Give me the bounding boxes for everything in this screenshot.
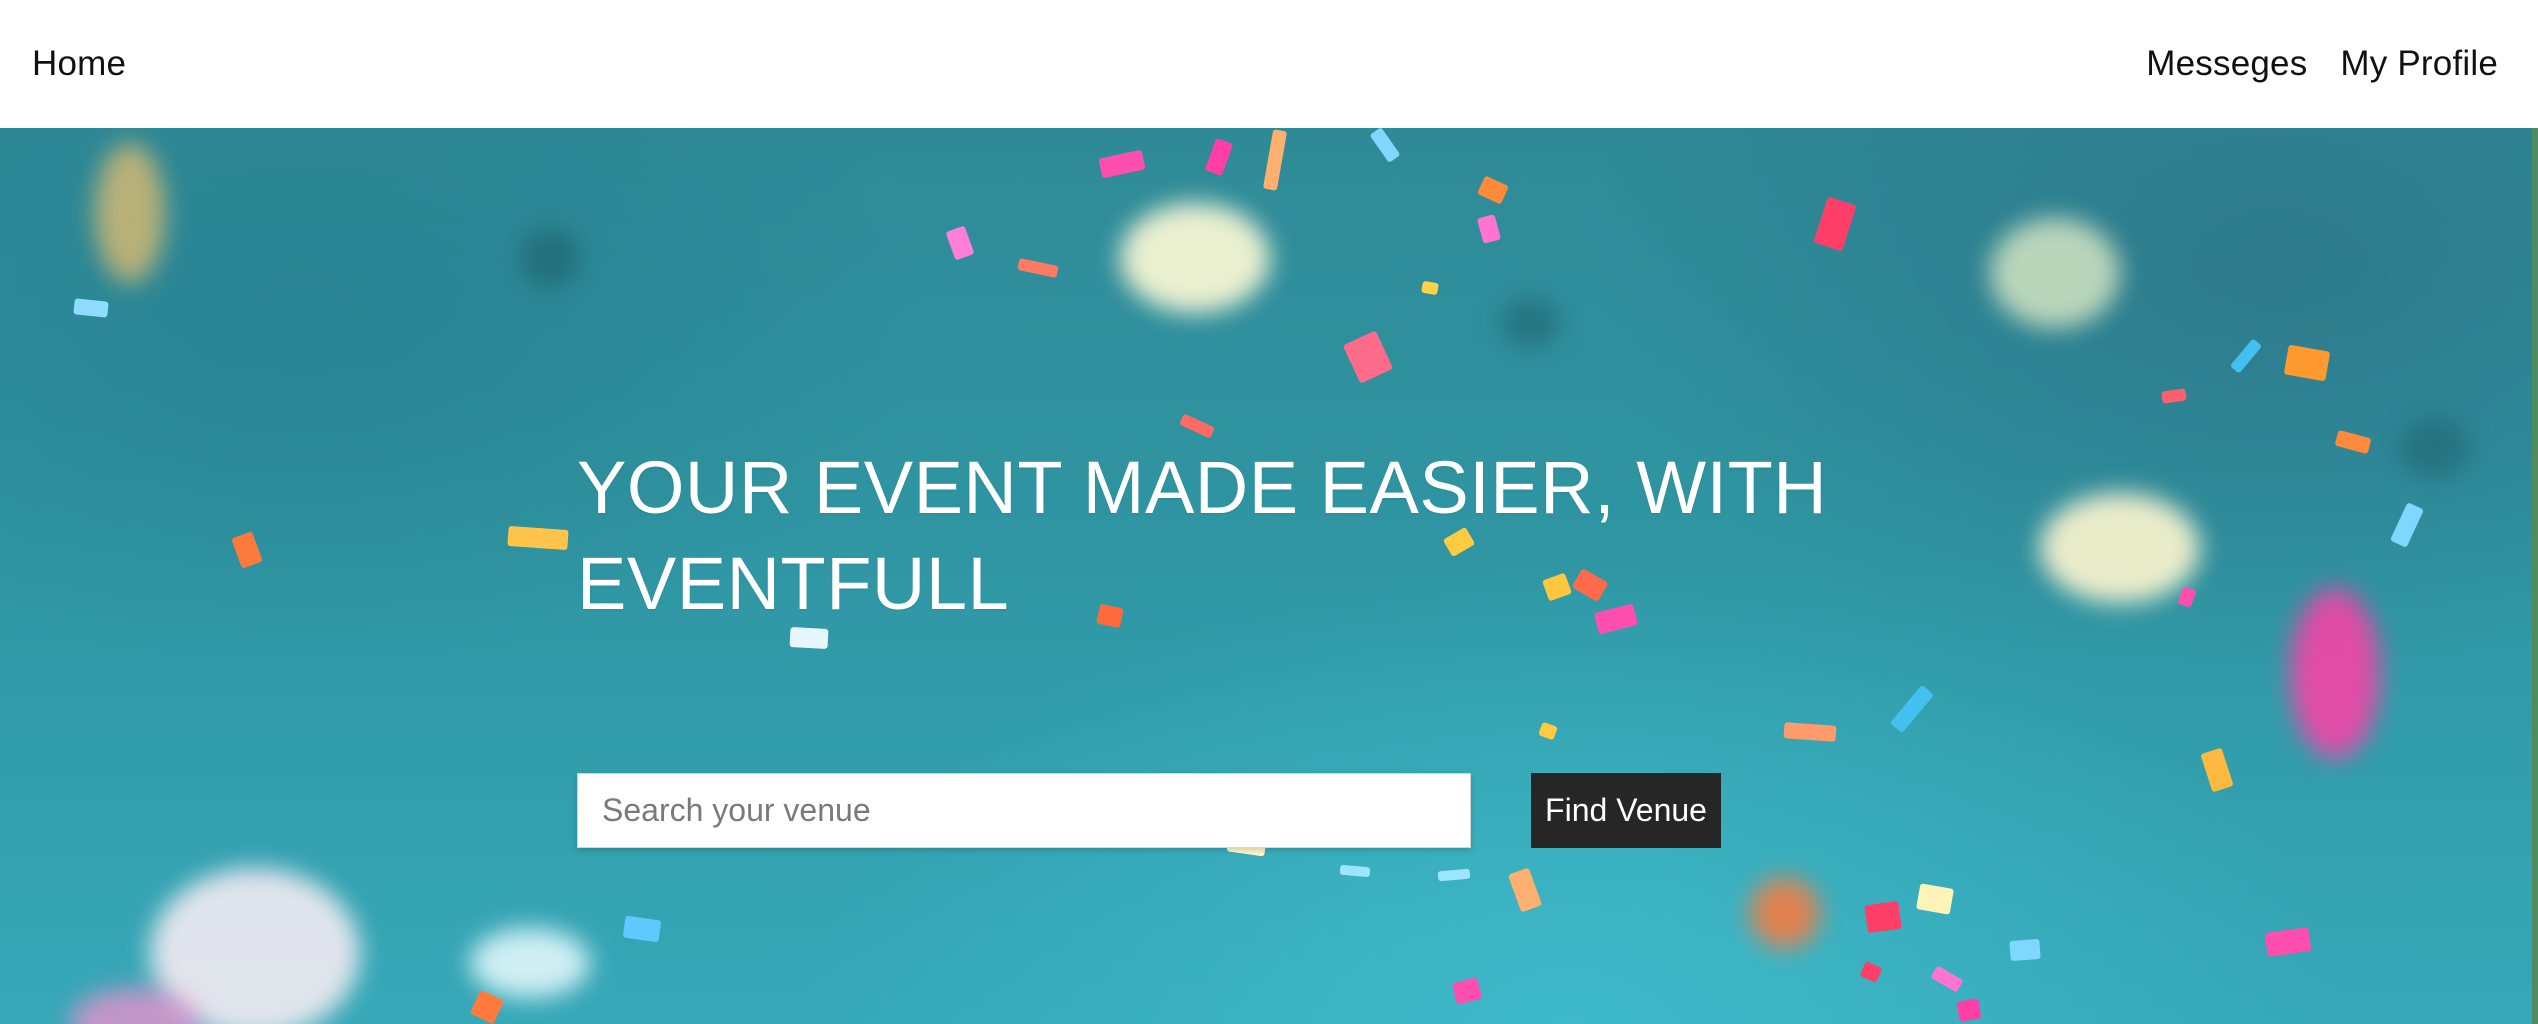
venue-search-input[interactable] [577,773,1471,848]
nav-messages-link[interactable]: Messeges [2146,44,2307,84]
top-navbar: Home Messeges My Profile [0,0,2532,128]
nav-profile-link[interactable]: My Profile [2340,44,2498,84]
nav-home-link[interactable]: Home [32,44,126,84]
search-row: Find Venue [577,773,1721,848]
hero-banner: YOUR EVENT MADE EASIER, WITH EVENTFULL F… [0,128,2532,1024]
window-edge [2532,0,2538,1024]
hero-headline: YOUR EVENT MADE EASIER, WITH EVENTFULL [577,446,1828,625]
nav-right-group: Messeges My Profile [2146,44,2498,84]
find-venue-button[interactable]: Find Venue [1531,773,1721,848]
hero-content: YOUR EVENT MADE EASIER, WITH EVENTFULL [577,440,1877,632]
